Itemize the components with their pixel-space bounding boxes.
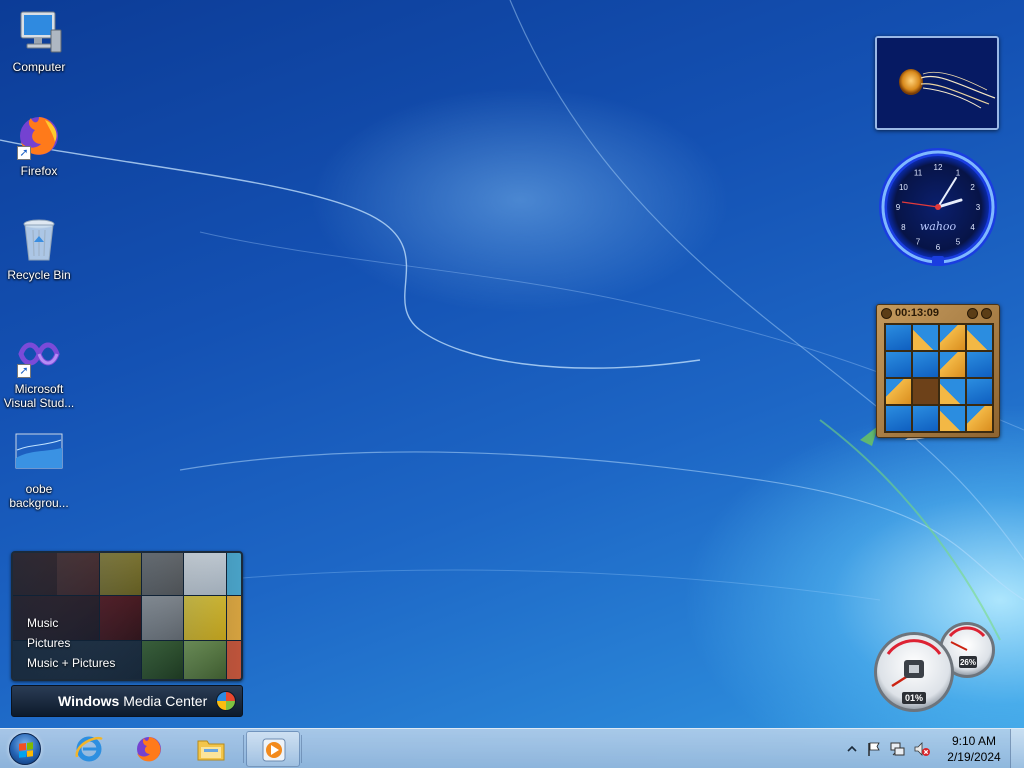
taskbar-separator [301,735,302,763]
puzzle-tile[interactable] [940,406,965,431]
clock-numeral: 5 [956,238,961,247]
jellyfish-photo [877,38,997,128]
network-icon[interactable] [890,741,906,757]
clock-numeral: 8 [901,223,906,232]
puzzle-tile[interactable] [886,379,911,404]
taskbar-windows-media-player[interactable] [246,731,300,767]
puzzle-tile[interactable] [967,352,992,377]
puzzle-tile[interactable] [967,406,992,431]
desktop-icon-recycle-bin[interactable]: Recycle Bin [1,216,77,282]
puzzle-tile[interactable] [886,352,911,377]
clock-numeral: 10 [899,183,908,192]
clock-numeral: 2 [970,183,975,192]
puzzle-tile[interactable] [967,325,992,350]
media-center-menu-pictures[interactable]: Pictures [27,633,115,653]
action-center-flag-icon[interactable] [866,741,882,757]
show-hidden-icons-chevron-icon[interactable] [844,741,860,757]
clock-numeral: 11 [914,168,923,177]
volume-muted-icon[interactable] [914,741,930,757]
recycle-bin-icon [15,216,63,264]
computer-icon [15,8,63,56]
slideshow-gadget[interactable] [875,36,999,130]
desktop-icon-label: Microsoft Visual Stud... [3,382,75,410]
puzzle-timer: 00:13:09 [895,307,940,319]
puzzle-solve-button[interactable] [981,307,992,319]
media-center-menu-music[interactable]: Music [27,613,115,633]
clock-numeral: 7 [916,238,921,247]
taskbar-time: 9:10 AM [951,734,997,748]
memory-percent: 26% [960,658,976,667]
clock-numeral: 3 [976,203,981,212]
puzzle-header: 00:13:09 [877,305,999,321]
media-center-menu: Music Pictures Music + Pictures [27,613,115,673]
taskbar-separator [243,735,244,763]
cpu-meter-gadget[interactable]: 26% 01% [874,620,1000,714]
start-button[interactable] [3,730,47,768]
taskbar-file-explorer[interactable] [184,731,238,767]
clock-numeral: 1 [956,168,961,177]
desktop-icon-firefox[interactable]: ➚ Firefox [1,112,77,178]
puzzle-tile[interactable] [913,352,938,377]
media-center-launch-bar[interactable]: Windows Media Center [11,685,243,717]
puzzle-tile[interactable] [913,406,938,431]
puzzle-help-button[interactable] [967,307,978,319]
visual-studio-icon: ➚ [15,330,63,378]
picture-puzzle-gadget[interactable]: 00:13:09 [876,304,1000,438]
puzzle-tile[interactable] [886,325,911,350]
desktop-icon-visual-studio[interactable]: ➚ Microsoft Visual Stud... [1,330,77,410]
firefox-icon: ➚ [15,112,63,160]
folder-icon [197,740,225,761]
media-center-menu-music-pictures[interactable]: Music + Pictures [27,653,115,673]
shortcut-arrow-icon: ➚ [17,146,31,160]
clock-brand: wahoo [920,220,957,233]
desktop-icon-computer[interactable]: Computer [1,8,77,74]
image-file-icon [15,430,63,478]
desktop-icon-label: oobe backgrou... [9,482,69,510]
taskbar: 9:10 AM 2/19/2024 [0,728,1024,768]
desktop-icon-label: Firefox [20,164,58,178]
media-center-tiles: Music Pictures Music + Pictures [11,551,243,681]
clock-numeral: 6 [936,243,941,252]
clock-gadget[interactable]: 12 1 2 3 4 5 6 7 8 9 10 11 wahoo [877,146,999,268]
clock-numeral: 9 [896,203,901,212]
puzzle-grid [884,323,994,433]
puzzle-tile[interactable] [913,325,938,350]
taskbar-clock[interactable]: 9:10 AM 2/19/2024 [940,733,1008,765]
media-center-gadget[interactable]: Music Pictures Music + Pictures Windows … [11,551,243,717]
media-player-icon [262,738,286,762]
media-center-title-bold: Windows [58,693,120,709]
puzzle-tile[interactable] [940,352,965,377]
desktop-icon-label: Computer [12,60,66,74]
windows-start-orb-icon [9,733,41,765]
cpu-percent: 01% [905,693,923,703]
windows-logo-icon [216,691,236,711]
taskbar-internet-explorer[interactable] [62,731,116,767]
taskbar-firefox[interactable] [122,731,176,767]
clock-numeral: 4 [970,223,975,232]
puzzle-tile[interactable] [940,325,965,350]
puzzle-empty-slot[interactable] [913,379,938,404]
media-center-title-rest: Media Center [119,693,208,709]
puzzle-pause-button[interactable] [881,307,892,319]
taskbar-date: 2/19/2024 [947,750,1001,764]
clock-numeral: 12 [934,163,943,172]
puzzle-tile[interactable] [967,379,992,404]
shortcut-arrow-icon: ➚ [17,364,31,378]
desktop-icon-oobe-background[interactable]: oobe backgrou... [1,430,77,510]
puzzle-tile[interactable] [886,406,911,431]
firefox-icon [137,737,161,762]
show-desktop-button[interactable] [1010,729,1024,768]
puzzle-tile[interactable] [940,379,965,404]
internet-explorer-icon [75,736,103,762]
desktop-icon-label: Recycle Bin [7,268,71,282]
system-tray: 9:10 AM 2/19/2024 [840,729,1024,768]
